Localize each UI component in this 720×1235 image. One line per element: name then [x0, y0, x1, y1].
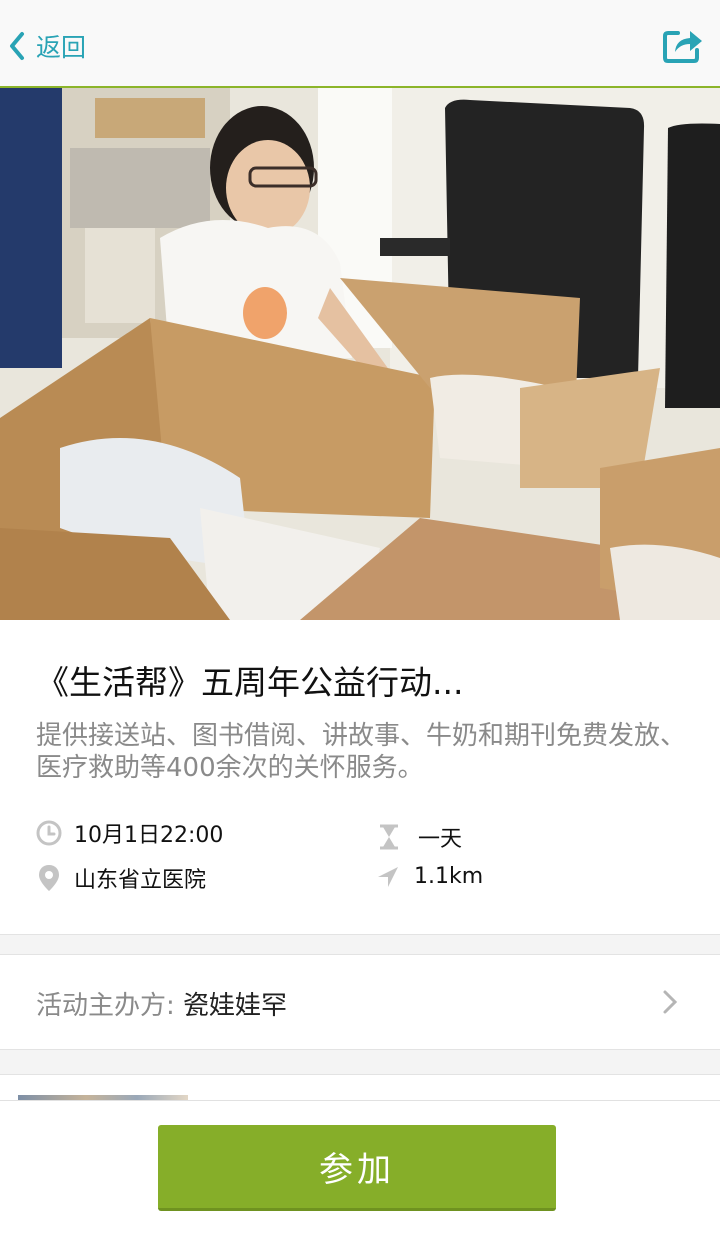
event-time-text: 10月1日22:00	[74, 823, 224, 848]
organizer-label: 活动主办方:	[36, 991, 184, 1021]
clock-icon	[36, 820, 62, 846]
bottom-action-bar: 参加	[0, 1100, 720, 1235]
organizer-info: 活动主办方: 瓷娃娃罕	[36, 985, 287, 1022]
hourglass-icon	[380, 824, 398, 850]
top-bar: 返回	[0, 0, 720, 88]
event-duration: 一天	[378, 821, 462, 853]
event-detail-card: 《生活帮》五周年公益行动... 提供接送站、图书借阅、讲故事、牛奶和期刊免费发放…	[0, 620, 720, 935]
back-label: 返回	[36, 33, 87, 62]
share-icon[interactable]	[662, 24, 704, 64]
event-distance: 1.1km	[376, 864, 483, 889]
chevron-left-icon	[10, 32, 24, 60]
join-button[interactable]: 参加	[158, 1125, 556, 1211]
event-distance-text: 1.1km	[414, 864, 484, 889]
event-duration-text: 一天	[418, 827, 463, 852]
event-photo-illustration	[0, 88, 720, 620]
navigation-arrow-icon	[378, 866, 398, 887]
organizer-row[interactable]: 活动主办方: 瓷娃娃罕	[0, 954, 720, 1050]
event-title: 《生活帮》五周年公益行动...	[36, 663, 464, 702]
chevron-right-icon	[663, 990, 678, 1014]
event-location: 山东省立医院	[38, 862, 206, 894]
event-description: 提供接送站、图书借阅、讲故事、牛奶和期刊免费发放、医疗救助等400余次的关怀服务…	[36, 721, 687, 783]
event-time: 10月1日22:00	[36, 817, 223, 849]
location-pin-icon	[39, 865, 59, 891]
event-photo	[0, 88, 720, 620]
organizer-name: 瓷娃娃罕	[183, 991, 288, 1021]
back-button[interactable]: 返回	[6, 26, 86, 66]
event-location-text: 山东省立医院	[74, 868, 207, 893]
